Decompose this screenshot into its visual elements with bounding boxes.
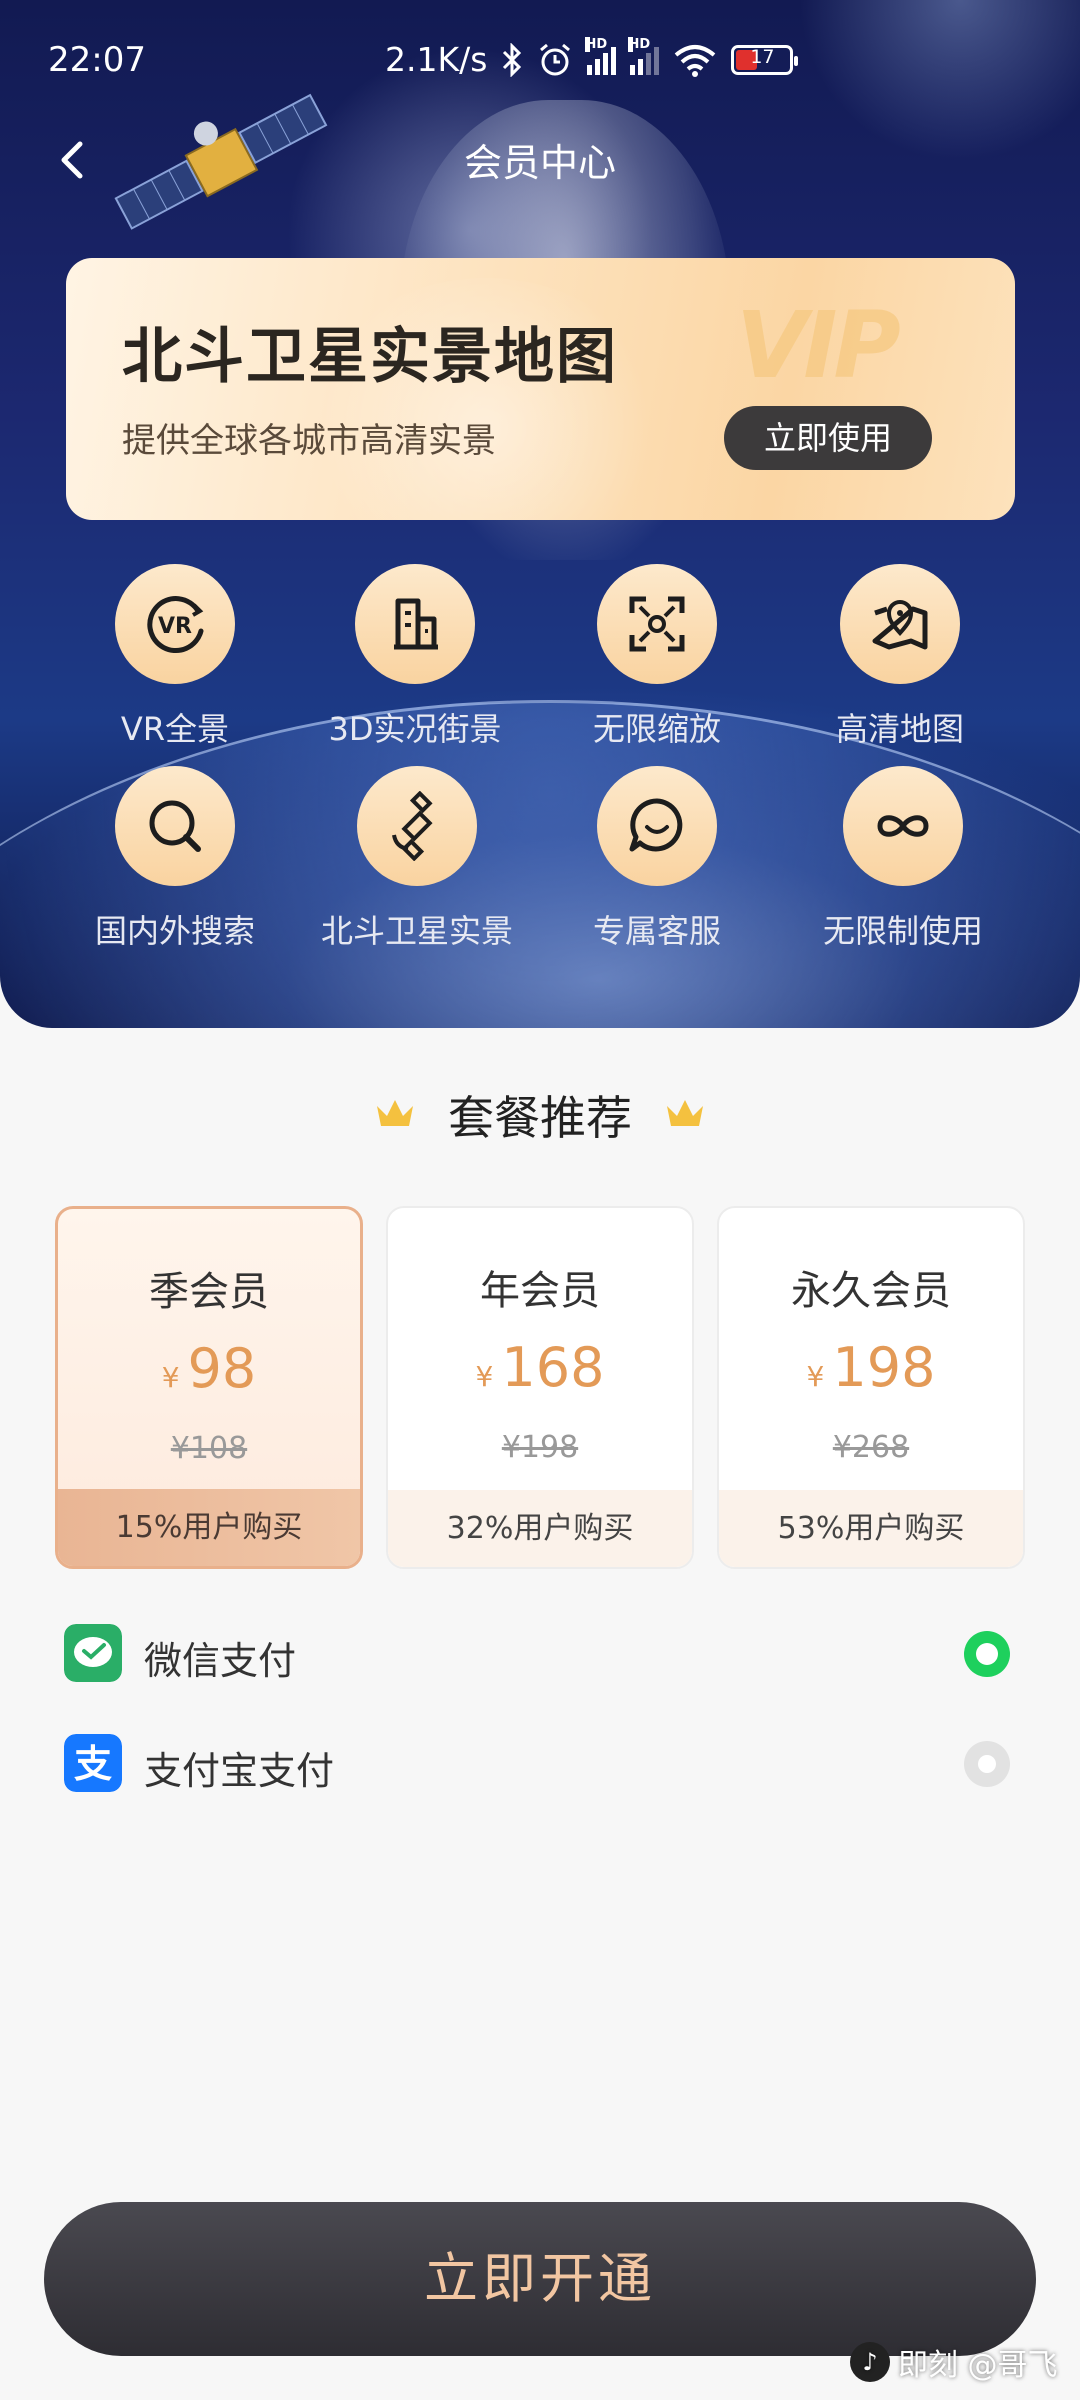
map-pin-icon <box>840 564 960 684</box>
vip-watermark: VIP <box>736 292 901 399</box>
signal-icon-2: HD <box>628 36 660 75</box>
payment-option-alipay[interactable]: 支 支付宝支付 <box>0 1714 1080 1814</box>
chat-icon <box>597 766 717 886</box>
package-buyers: 32%用户购买 <box>388 1490 692 1567</box>
feature-zoom[interactable]: 无限缩放 <box>537 564 777 750</box>
banner-title: 北斗卫星实景地图 <box>122 322 618 392</box>
package-price: ¥198 <box>806 1336 936 1399</box>
battery-level: 17 <box>750 45 775 68</box>
feature-label: 3D实况街景 <box>328 710 502 748</box>
alipay-icon: 支 <box>64 1734 122 1792</box>
status-icons: 2.1K/s HD HD 17 <box>385 36 799 79</box>
jike-logo-icon: ♪ <box>850 2342 890 2382</box>
feature-label: 高清地图 <box>835 710 964 748</box>
feature-label: 专属客服 <box>592 912 721 950</box>
satellite-icon <box>357 766 477 886</box>
wechat-pay-icon <box>64 1624 122 1682</box>
building-icon <box>355 564 475 684</box>
banner-subtitle: 提供全球各城市高清实景 <box>122 421 496 461</box>
feature-3d-street[interactable]: 3D实况街景 <box>295 564 535 750</box>
search-icon <box>115 766 235 886</box>
radio-alipay-unselected[interactable] <box>964 1741 1010 1787</box>
battery-icon: 17 <box>731 44 799 75</box>
bluetooth-icon <box>503 42 522 77</box>
package-price: ¥98 <box>161 1337 257 1400</box>
package-original-price: ¥268 <box>832 1430 910 1465</box>
package-card-lifetime[interactable]: 永久会员 ¥198 ¥268 53%用户购买 <box>717 1206 1025 1569</box>
feature-hd-map[interactable]: 高清地图 <box>780 564 1020 750</box>
package-card-yearly[interactable]: 年会员 ¥168 ¥198 32%用户购买 <box>386 1206 694 1569</box>
feature-vr[interactable]: VR VR全景 <box>55 564 295 750</box>
feature-label: 无限缩放 <box>592 710 721 748</box>
svg-text:支: 支 <box>74 1742 112 1786</box>
packages-heading: 套餐推荐 <box>448 1091 632 1145</box>
crown-icon-right <box>667 1100 703 1126</box>
package-name: 永久会员 <box>791 1268 951 1314</box>
watermark: ♪ 即刻 @哥飞 <box>850 2340 1058 2384</box>
wifi-icon <box>675 44 716 77</box>
vip-banner: VIP 北斗卫星实景地图 提供全球各城市高清实景 立即使用 <box>66 258 1015 520</box>
package-buyers: 15%用户购买 <box>58 1489 360 1566</box>
status-time: 22:07 <box>48 40 146 80</box>
watermark-text: 即刻 @哥飞 <box>898 2348 1058 2383</box>
payment-label: 微信支付 <box>144 1639 297 1683</box>
package-card-quarterly[interactable]: 季会员 ¥98 ¥108 15%用户购买 <box>55 1206 363 1569</box>
feature-label: 国内外搜索 <box>94 912 255 950</box>
package-buyers: 53%用户购买 <box>719 1490 1023 1567</box>
package-price: ¥168 <box>475 1336 605 1399</box>
infinity-icon <box>843 766 963 886</box>
feature-beidou[interactable]: 北斗卫星实景 <box>297 766 537 952</box>
signal-icon-1: HD <box>585 36 617 75</box>
package-name: 年会员 <box>480 1268 600 1314</box>
activate-now-button[interactable]: 立即开通 <box>44 2202 1036 2356</box>
payment-option-wechat[interactable]: 微信支付 <box>0 1604 1080 1704</box>
feature-label: 无限制使用 <box>822 912 983 950</box>
payment-label: 支付宝支付 <box>144 1749 335 1793</box>
package-original-price: ¥108 <box>170 1431 248 1466</box>
svg-text:VR: VR <box>158 614 192 639</box>
alarm-icon <box>540 43 571 75</box>
zoom-focus-icon <box>597 564 717 684</box>
vr-icon: VR <box>115 564 235 684</box>
page-title: 会员中心 <box>463 141 616 185</box>
feature-search[interactable]: 国内外搜索 <box>55 766 295 952</box>
status-bar: 22:07 2.1K/s HD HD 17 <box>0 0 1080 120</box>
feature-unlimited[interactable]: 无限制使用 <box>783 766 1023 952</box>
network-speed: 2.1K/s <box>385 40 488 79</box>
feature-label: VR全景 <box>120 710 230 748</box>
feature-service[interactable]: 专属客服 <box>537 766 777 952</box>
package-original-price: ¥198 <box>501 1430 579 1465</box>
package-name: 季会员 <box>149 1269 269 1315</box>
use-now-button[interactable]: 立即使用 <box>724 406 932 470</box>
radio-wechat-selected[interactable] <box>964 1631 1010 1677</box>
feature-label: 北斗卫星实景 <box>320 912 513 950</box>
